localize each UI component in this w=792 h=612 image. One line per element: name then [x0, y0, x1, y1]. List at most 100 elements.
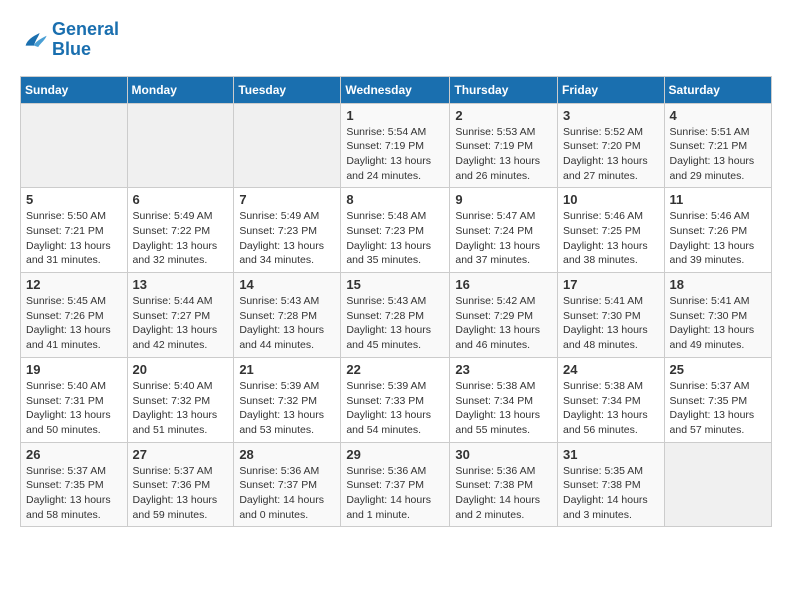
calendar-table: SundayMondayTuesdayWednesdayThursdayFrid… — [20, 76, 772, 528]
day-info: Sunrise: 5:41 AM Sunset: 7:30 PM Dayligh… — [670, 294, 766, 353]
calendar-cell: 7 Sunrise: 5:49 AM Sunset: 7:23 PM Daylig… — [234, 188, 341, 273]
weekday-header-thursday: Thursday — [450, 76, 558, 103]
calendar-cell: 4 Sunrise: 5:51 AM Sunset: 7:21 PM Daylig… — [664, 103, 771, 188]
day-info: Sunrise: 5:41 AM Sunset: 7:30 PM Dayligh… — [563, 294, 659, 353]
calendar-cell: 10Sunrise: 5:46 AM Sunset: 7:25 PM Dayli… — [558, 188, 665, 273]
logo-text: General Blue — [52, 20, 119, 60]
calendar-cell: 5 Sunrise: 5:50 AM Sunset: 7:21 PM Daylig… — [21, 188, 128, 273]
day-number: 28 — [239, 447, 335, 462]
day-number: 25 — [670, 362, 766, 377]
day-number: 24 — [563, 362, 659, 377]
calendar-cell: 6Sunrise: 5:49 AM Sunset: 7:22 PM Daylig… — [127, 188, 234, 273]
calendar-cell: 3 Sunrise: 5:52 AM Sunset: 7:20 PM Daylig… — [558, 103, 665, 188]
calendar-cell: 29 Sunrise: 5:36 AM Sunset: 7:37 PM Dayli… — [341, 442, 450, 527]
day-info: Sunrise: 5:38 AM Sunset: 7:34 PM Dayligh… — [563, 379, 659, 438]
day-info: Sunrise: 5:50 AM Sunset: 7:21 PM Dayligh… — [26, 209, 122, 268]
day-info: Sunrise: 5:42 AM Sunset: 7:29 PM Dayligh… — [455, 294, 552, 353]
day-number: 9 — [455, 192, 552, 207]
day-info: Sunrise: 5:36 AM Sunset: 7:37 PM Dayligh… — [346, 464, 444, 523]
day-info: Sunrise: 5:43 AM Sunset: 7:28 PM Dayligh… — [239, 294, 335, 353]
day-info: Sunrise: 5:47 AM Sunset: 7:24 PM Dayligh… — [455, 209, 552, 268]
day-info: Sunrise: 5:45 AM Sunset: 7:26 PM Dayligh… — [26, 294, 122, 353]
weekday-header-tuesday: Tuesday — [234, 76, 341, 103]
calendar-cell: 23Sunrise: 5:38 AM Sunset: 7:34 PM Dayli… — [450, 357, 558, 442]
day-info: Sunrise: 5:48 AM Sunset: 7:23 PM Dayligh… — [346, 209, 444, 268]
day-number: 30 — [455, 447, 552, 462]
calendar-cell — [21, 103, 128, 188]
day-number: 1 — [346, 108, 444, 123]
calendar-cell — [664, 442, 771, 527]
calendar-cell: 2 Sunrise: 5:53 AM Sunset: 7:19 PM Daylig… — [450, 103, 558, 188]
day-info: Sunrise: 5:37 AM Sunset: 7:35 PM Dayligh… — [670, 379, 766, 438]
day-info: Sunrise: 5:36 AM Sunset: 7:37 PM Dayligh… — [239, 464, 335, 523]
weekday-header-friday: Friday — [558, 76, 665, 103]
day-number: 16 — [455, 277, 552, 292]
day-info: Sunrise: 5:54 AM Sunset: 7:19 PM Dayligh… — [346, 125, 444, 184]
day-info: Sunrise: 5:46 AM Sunset: 7:26 PM Dayligh… — [670, 209, 766, 268]
day-number: 19 — [26, 362, 122, 377]
day-info: Sunrise: 5:37 AM Sunset: 7:35 PM Dayligh… — [26, 464, 122, 523]
day-number: 22 — [346, 362, 444, 377]
calendar-cell: 31 Sunrise: 5:35 AM Sunset: 7:38 PM Dayli… — [558, 442, 665, 527]
calendar-cell — [234, 103, 341, 188]
day-number: 15 — [346, 277, 444, 292]
day-number: 3 — [563, 108, 659, 123]
calendar-week-row: 5 Sunrise: 5:50 AM Sunset: 7:21 PM Daylig… — [21, 188, 772, 273]
calendar-cell: 18 Sunrise: 5:41 AM Sunset: 7:30 PM Dayli… — [664, 273, 771, 358]
day-number: 20 — [133, 362, 229, 377]
calendar-cell — [127, 103, 234, 188]
weekday-header-row: SundayMondayTuesdayWednesdayThursdayFrid… — [21, 76, 772, 103]
calendar-cell: 13Sunrise: 5:44 AM Sunset: 7:27 PM Dayli… — [127, 273, 234, 358]
day-info: Sunrise: 5:36 AM Sunset: 7:38 PM Dayligh… — [455, 464, 552, 523]
calendar-week-row: 12 Sunrise: 5:45 AM Sunset: 7:26 PM Dayli… — [21, 273, 772, 358]
day-number: 2 — [455, 108, 552, 123]
calendar-cell: 27 Sunrise: 5:37 AM Sunset: 7:36 PM Dayli… — [127, 442, 234, 527]
day-number: 6 — [133, 192, 229, 207]
calendar-cell: 12 Sunrise: 5:45 AM Sunset: 7:26 PM Dayli… — [21, 273, 128, 358]
calendar-cell: 16 Sunrise: 5:42 AM Sunset: 7:29 PM Dayli… — [450, 273, 558, 358]
day-info: Sunrise: 5:43 AM Sunset: 7:28 PM Dayligh… — [346, 294, 444, 353]
day-number: 11 — [670, 192, 766, 207]
day-number: 4 — [670, 108, 766, 123]
day-info: Sunrise: 5:39 AM Sunset: 7:32 PM Dayligh… — [239, 379, 335, 438]
day-info: Sunrise: 5:37 AM Sunset: 7:36 PM Dayligh… — [133, 464, 229, 523]
day-info: Sunrise: 5:39 AM Sunset: 7:33 PM Dayligh… — [346, 379, 444, 438]
calendar-cell: 15 Sunrise: 5:43 AM Sunset: 7:28 PM Dayli… — [341, 273, 450, 358]
day-info: Sunrise: 5:40 AM Sunset: 7:31 PM Dayligh… — [26, 379, 122, 438]
day-number: 5 — [26, 192, 122, 207]
logo-bird-icon — [20, 26, 48, 54]
day-number: 13 — [133, 277, 229, 292]
day-info: Sunrise: 5:40 AM Sunset: 7:32 PM Dayligh… — [133, 379, 229, 438]
calendar-cell: 25 Sunrise: 5:37 AM Sunset: 7:35 PM Dayli… — [664, 357, 771, 442]
day-number: 27 — [133, 447, 229, 462]
calendar-cell: 19 Sunrise: 5:40 AM Sunset: 7:31 PM Dayli… — [21, 357, 128, 442]
calendar-cell: 17 Sunrise: 5:41 AM Sunset: 7:30 PM Dayli… — [558, 273, 665, 358]
calendar-cell: 22 Sunrise: 5:39 AM Sunset: 7:33 PM Dayli… — [341, 357, 450, 442]
day-info: Sunrise: 5:35 AM Sunset: 7:38 PM Dayligh… — [563, 464, 659, 523]
calendar-week-row: 1 Sunrise: 5:54 AM Sunset: 7:19 PM Daylig… — [21, 103, 772, 188]
calendar-cell: 28 Sunrise: 5:36 AM Sunset: 7:37 PM Dayli… — [234, 442, 341, 527]
day-number: 8 — [346, 192, 444, 207]
day-number: 23 — [455, 362, 552, 377]
day-number: 17 — [563, 277, 659, 292]
day-info: Sunrise: 5:51 AM Sunset: 7:21 PM Dayligh… — [670, 125, 766, 184]
calendar-cell: 26 Sunrise: 5:37 AM Sunset: 7:35 PM Dayli… — [21, 442, 128, 527]
day-info: Sunrise: 5:49 AM Sunset: 7:23 PM Dayligh… — [239, 209, 335, 268]
calendar-cell: 11 Sunrise: 5:46 AM Sunset: 7:26 PM Dayli… — [664, 188, 771, 273]
calendar-cell: 8 Sunrise: 5:48 AM Sunset: 7:23 PM Daylig… — [341, 188, 450, 273]
calendar-cell: 14Sunrise: 5:43 AM Sunset: 7:28 PM Dayli… — [234, 273, 341, 358]
calendar-cell: 1 Sunrise: 5:54 AM Sunset: 7:19 PM Daylig… — [341, 103, 450, 188]
calendar-cell: 9 Sunrise: 5:47 AM Sunset: 7:24 PM Daylig… — [450, 188, 558, 273]
day-number: 31 — [563, 447, 659, 462]
day-number: 18 — [670, 277, 766, 292]
calendar-cell: 30 Sunrise: 5:36 AM Sunset: 7:38 PM Dayli… — [450, 442, 558, 527]
day-number: 26 — [26, 447, 122, 462]
day-number: 29 — [346, 447, 444, 462]
day-info: Sunrise: 5:52 AM Sunset: 7:20 PM Dayligh… — [563, 125, 659, 184]
day-info: Sunrise: 5:53 AM Sunset: 7:19 PM Dayligh… — [455, 125, 552, 184]
day-number: 21 — [239, 362, 335, 377]
day-number: 10 — [563, 192, 659, 207]
weekday-header-monday: Monday — [127, 76, 234, 103]
day-number: 7 — [239, 192, 335, 207]
day-number: 12 — [26, 277, 122, 292]
